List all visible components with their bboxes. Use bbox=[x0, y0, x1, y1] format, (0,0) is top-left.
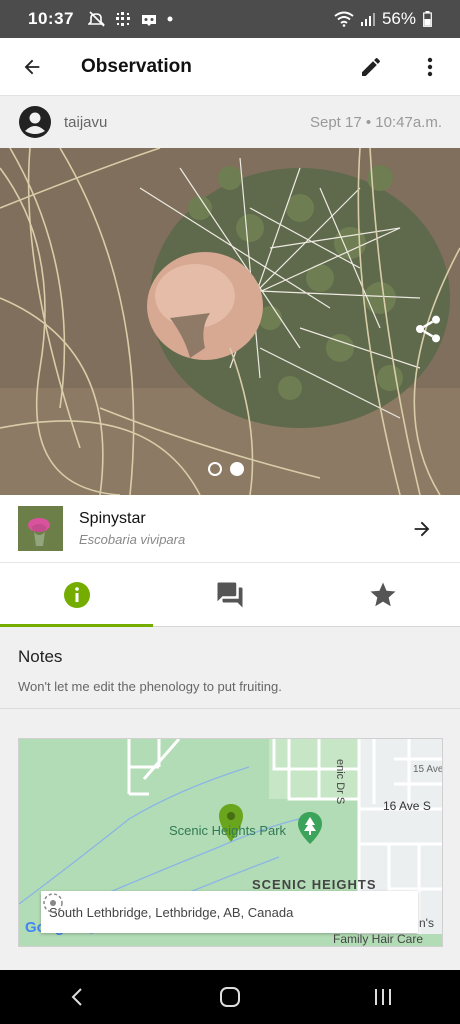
map-label-15-ave: 15 Ave bbox=[413, 764, 443, 775]
tab-comments[interactable] bbox=[153, 563, 306, 626]
more-vert-icon bbox=[427, 57, 433, 77]
system-nav-bar bbox=[0, 970, 460, 1024]
nav-recents-icon bbox=[375, 989, 392, 1005]
flower-icon bbox=[18, 506, 63, 551]
tab-info[interactable] bbox=[0, 563, 154, 627]
observation-screen: 10:37 56% Observation taijavu Sept 17 • … bbox=[0, 0, 460, 1024]
info-icon bbox=[63, 581, 90, 608]
username: taijavu bbox=[64, 113, 108, 131]
cactus-photo bbox=[0, 148, 460, 495]
share-icon[interactable] bbox=[412, 313, 444, 345]
avatar-icon bbox=[19, 106, 51, 138]
observer-row[interactable]: taijavu Sept 17 • 10:47a.m. bbox=[0, 96, 460, 148]
forward-arrow-icon bbox=[414, 521, 430, 536]
photo-pager[interactable] bbox=[208, 462, 244, 476]
map-label-16-ave: 16 Ave S bbox=[383, 799, 431, 813]
map-label-neighborhood: SCENIC HEIGHTS bbox=[252, 877, 377, 892]
star-icon bbox=[370, 582, 396, 606]
battery-percent: 56% bbox=[381, 9, 416, 28]
status-time: 10:37 bbox=[28, 9, 74, 28]
nav-back-icon bbox=[71, 988, 82, 1006]
location-map[interactable]: Scenic Heights Park SCENIC HEIGHTS 16 Av… bbox=[18, 738, 443, 947]
game-icon bbox=[141, 15, 156, 26]
mute-icon bbox=[87, 11, 105, 27]
dot-icon bbox=[167, 16, 173, 22]
notes-section: Notes Won't let me edit the phenology to… bbox=[0, 627, 460, 709]
more-options-button[interactable] bbox=[410, 47, 450, 87]
observation-photo[interactable] bbox=[0, 148, 460, 495]
species-scientific-name: Escobaria vivipara bbox=[79, 532, 186, 547]
nav-home-icon bbox=[219, 987, 240, 1007]
notification-icons bbox=[87, 11, 173, 27]
edit-button[interactable] bbox=[350, 47, 392, 87]
back-button[interactable] bbox=[0, 38, 64, 96]
species-common-name: Spinystar bbox=[79, 510, 146, 527]
species-thumbnail bbox=[18, 506, 63, 551]
map-section: Scenic Heights Park SCENIC HEIGHTS 16 Av… bbox=[0, 709, 460, 970]
battery-icon bbox=[423, 11, 432, 27]
signal-icon bbox=[360, 13, 375, 26]
park-marker-icon[interactable] bbox=[298, 812, 322, 844]
nav-home-button[interactable] bbox=[200, 970, 260, 1024]
pager-dot-active[interactable] bbox=[230, 462, 244, 476]
species-row[interactable]: Spinystar Escobaria vivipara bbox=[0, 495, 460, 563]
detail-tabs bbox=[0, 563, 460, 627]
app-bar: Observation bbox=[0, 38, 460, 96]
status-bar: 10:37 56% bbox=[0, 0, 460, 38]
species-details-button[interactable] bbox=[402, 509, 442, 549]
system-icons: 56% bbox=[334, 9, 432, 29]
chat-icon bbox=[217, 582, 243, 607]
address-bar[interactable]: South Lethbridge, Lethbridge, AB, Canada bbox=[41, 891, 418, 933]
map-label-scenic-dr: enic Dr S bbox=[334, 759, 346, 805]
pencil-icon bbox=[362, 57, 380, 76]
slack-icon bbox=[115, 12, 130, 26]
wifi-icon bbox=[334, 11, 354, 27]
page-title: Observation bbox=[81, 55, 192, 77]
notes-text: Won't let me edit the phenology to put f… bbox=[18, 679, 282, 694]
observation-date: Sept 17 • 10:47a.m. bbox=[309, 113, 442, 131]
tab-favorite[interactable] bbox=[307, 563, 460, 626]
location-accuracy-icon[interactable] bbox=[41, 891, 65, 915]
location-address: South Lethbridge, Lethbridge, AB, Canada bbox=[49, 904, 294, 920]
nav-recents-button[interactable] bbox=[353, 970, 413, 1024]
pager-dot[interactable] bbox=[208, 462, 222, 476]
nav-back-button[interactable] bbox=[47, 970, 107, 1024]
map-label-business-partial: n's bbox=[419, 916, 434, 930]
back-arrow-icon bbox=[24, 59, 40, 74]
notes-label: Notes bbox=[18, 647, 63, 666]
map-label-park: Scenic Heights Park bbox=[169, 823, 287, 838]
map-label-business: Family Hair Care bbox=[333, 932, 424, 946]
